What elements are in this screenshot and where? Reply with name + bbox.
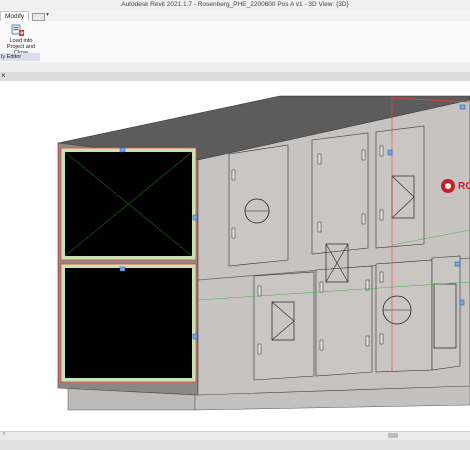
load-into-project-icon [11, 24, 24, 36]
family-editor-panel-label: ly Editor [0, 53, 40, 61]
3d-viewport[interactable]: ROS [0, 81, 470, 431]
horizontal-scrollbar[interactable]: ‹ [0, 431, 470, 440]
view-tab-bar: × [0, 71, 470, 81]
scroll-left-icon[interactable]: ‹ [3, 431, 5, 437]
logo-text: ROS [458, 181, 470, 192]
window-title: Autodesk Revit 2021.1.7 - Rosenberg_PHE_… [121, 1, 349, 8]
status-bar [0, 440, 470, 450]
lower-opening [65, 268, 192, 378]
options-bar [0, 62, 470, 72]
lower-panels [253, 255, 461, 381]
air-handling-unit-model[interactable]: ROS [0, 81, 470, 431]
load-into-project-and-close-button[interactable]: Load into Project and Close [0, 23, 42, 56]
ribbon-panel: Load into Project and Close ly Editor [0, 21, 470, 63]
ribbon-tab-row: Modify ▾ [0, 10, 470, 22]
scrollbar-thumb[interactable] [388, 433, 398, 438]
close-icon[interactable]: × [1, 71, 6, 80]
chevron-down-icon[interactable]: ▾ [46, 11, 49, 18]
quick-access-icon[interactable] [32, 13, 45, 21]
